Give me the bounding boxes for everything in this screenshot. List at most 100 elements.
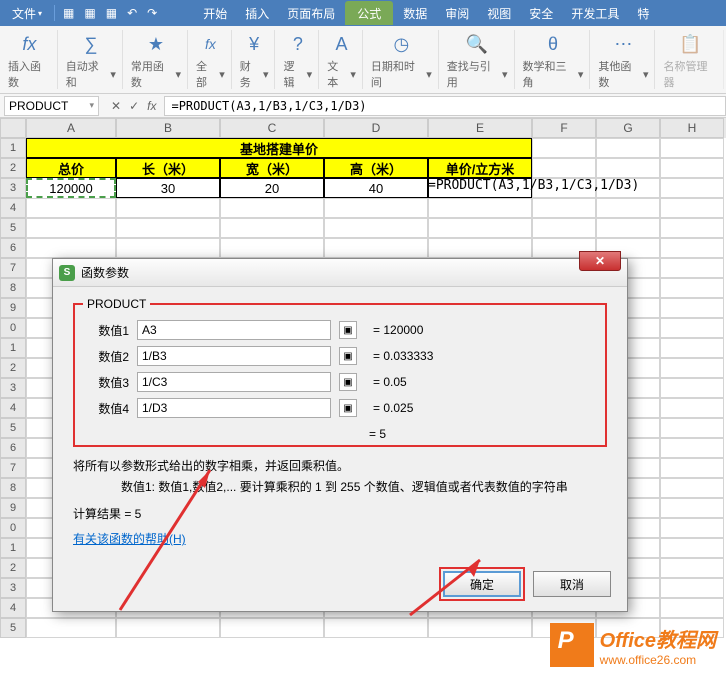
range-picker-icon[interactable]: ▣ <box>339 321 357 339</box>
range-picker-icon[interactable]: ▣ <box>339 373 357 391</box>
formula-overflow-text: =PRODUCT(A3,1/B3,1/C3,1/D3) <box>428 178 639 193</box>
row-header[interactable]: 2 <box>0 158 26 178</box>
file-menu[interactable]: 文件▾ <box>4 1 50 25</box>
row-header[interactable]: 2 <box>0 558 26 578</box>
row-header[interactable]: 5 <box>0 418 26 438</box>
accept-formula-icon[interactable]: ✓ <box>129 99 139 113</box>
tab-data[interactable]: 数据 <box>395 1 435 25</box>
col-header[interactable]: C <box>220 118 324 138</box>
row-headers: 1 2 3 4 5 6 7 8 9 0 1 2 3 4 5 6 7 8 9 0 … <box>0 138 26 638</box>
row-header[interactable]: 1 <box>0 138 26 158</box>
cancel-formula-icon[interactable]: ✕ <box>111 99 121 113</box>
tab-insert[interactable]: 插入 <box>237 1 277 25</box>
header-cell[interactable]: 单价/立方米 <box>428 158 532 178</box>
finance-button[interactable]: ¥财务▾ <box>240 32 269 90</box>
lookup-button[interactable]: 🔍查找与引用▾ <box>447 32 508 90</box>
header-cell[interactable]: 长（米） <box>116 158 220 178</box>
range-picker-icon[interactable]: ▣ <box>339 399 357 417</box>
param-input-1[interactable] <box>137 320 331 340</box>
formula-bar: PRODUCT▾ ✕ ✓ fx =PRODUCT(A3,1/B3,1/C3,1/… <box>0 94 726 118</box>
row-header[interactable]: 5 <box>0 618 26 638</box>
parameters-group: PRODUCT 数值1 ▣ = 120000 数值2 ▣ = 0.033333 … <box>73 303 607 447</box>
col-header[interactable]: G <box>596 118 660 138</box>
row-header[interactable]: 9 <box>0 298 26 318</box>
param-result: = 0.025 <box>373 401 413 415</box>
row-header[interactable]: 9 <box>0 498 26 518</box>
all-functions-button[interactable]: fx全部▾ <box>196 32 225 90</box>
formula-input[interactable]: =PRODUCT(A3,1/B3,1/C3,1/D3) <box>164 96 726 116</box>
row-header[interactable]: 3 <box>0 378 26 398</box>
row-header[interactable]: 3 <box>0 578 26 598</box>
param-result: = 120000 <box>373 323 423 337</box>
tab-view[interactable]: 视图 <box>479 1 519 25</box>
fx-icon[interactable]: fx <box>147 99 156 113</box>
logic-button[interactable]: ?逻辑▾ <box>283 32 312 90</box>
header-cell[interactable]: 宽（米） <box>220 158 324 178</box>
toolbar-icon[interactable]: ▦ <box>80 6 99 20</box>
cell-d3[interactable]: 40 <box>324 178 428 198</box>
tab-start[interactable]: 开始 <box>195 1 235 25</box>
cancel-button[interactable]: 取消 <box>533 571 611 597</box>
row-header[interactable]: 1 <box>0 538 26 558</box>
col-header[interactable]: D <box>324 118 428 138</box>
col-header[interactable]: B <box>116 118 220 138</box>
row-header[interactable]: 6 <box>0 238 26 258</box>
row-header[interactable]: 7 <box>0 458 26 478</box>
tab-developer[interactable]: 开发工具 <box>563 1 627 25</box>
row-header[interactable]: 3 <box>0 178 26 198</box>
row-header[interactable]: 8 <box>0 278 26 298</box>
header-cell[interactable]: 总价 <box>26 158 116 178</box>
col-header[interactable]: A <box>26 118 116 138</box>
cell-a3[interactable]: 120000 <box>26 178 116 198</box>
title-cell[interactable]: 基地搭建单价 <box>26 138 532 158</box>
name-box[interactable]: PRODUCT▾ <box>4 96 99 116</box>
cell-b3[interactable]: 30 <box>116 178 220 198</box>
toolbar-icon[interactable]: ▦ <box>59 6 78 20</box>
row-header[interactable]: 0 <box>0 518 26 538</box>
toolbar-icon[interactable]: ↷ <box>143 6 161 20</box>
tab-formula[interactable]: 公式 <box>345 1 393 25</box>
row-header[interactable]: 4 <box>0 398 26 418</box>
toolbar-icon[interactable]: ↶ <box>123 6 141 20</box>
tab-security[interactable]: 安全 <box>521 1 561 25</box>
param-label: 数值1 <box>89 322 129 339</box>
row-header[interactable]: 8 <box>0 478 26 498</box>
other-functions-button[interactable]: ⋯其他函数▾ <box>598 32 648 90</box>
row-header[interactable]: 2 <box>0 358 26 378</box>
datetime-button[interactable]: ◷日期和时间▾ <box>371 32 432 90</box>
text-button[interactable]: A文本▾ <box>327 32 356 90</box>
dialog-title: 函数参数 <box>81 264 129 281</box>
ribbon: fx插入函数 ∑自动求和▾ ★常用函数▾ fx全部▾ ¥财务▾ ?逻辑▾ A文本… <box>0 26 726 94</box>
row-header[interactable]: 6 <box>0 438 26 458</box>
tab-more[interactable]: 特 <box>629 1 657 25</box>
logo: Office教程网 www.office26.com <box>550 623 716 667</box>
row-header[interactable]: 4 <box>0 198 26 218</box>
row-header[interactable]: 0 <box>0 318 26 338</box>
logo-url: www.office26.com <box>600 653 716 667</box>
common-functions-button[interactable]: ★常用函数▾ <box>131 32 181 90</box>
close-icon[interactable]: ✕ <box>579 251 621 271</box>
insert-function-button[interactable]: fx插入函数 <box>8 32 51 90</box>
row-header[interactable]: 5 <box>0 218 26 238</box>
autosum-button[interactable]: ∑自动求和▾ <box>66 32 116 90</box>
param-input-2[interactable] <box>137 346 331 366</box>
toolbar-icon[interactable]: ▦ <box>102 6 121 20</box>
row-header[interactable]: 4 <box>0 598 26 618</box>
range-picker-icon[interactable]: ▣ <box>339 347 357 365</box>
tab-review[interactable]: 审阅 <box>437 1 477 25</box>
header-cell[interactable]: 高（米） <box>324 158 428 178</box>
row-header[interactable]: 1 <box>0 338 26 358</box>
cell-c3[interactable]: 20 <box>220 178 324 198</box>
col-header[interactable]: F <box>532 118 596 138</box>
select-all-corner[interactable] <box>0 118 26 138</box>
param-input-3[interactable] <box>137 372 331 392</box>
col-header[interactable]: H <box>660 118 724 138</box>
math-button[interactable]: θ数学和三角▾ <box>523 32 584 90</box>
menubar: 文件▾ ▦ ▦ ▦ ↶ ↷ 开始 插入 页面布局 公式 数据 审阅 视图 安全 … <box>0 0 726 26</box>
dialog-titlebar[interactable]: S 函数参数 ✕ <box>53 259 627 287</box>
param-input-4[interactable] <box>137 398 331 418</box>
col-header[interactable]: E <box>428 118 532 138</box>
row-header[interactable]: 7 <box>0 258 26 278</box>
name-manager-button[interactable]: 📋名称管理器 <box>663 32 717 90</box>
tab-page-layout[interactable]: 页面布局 <box>279 1 343 25</box>
